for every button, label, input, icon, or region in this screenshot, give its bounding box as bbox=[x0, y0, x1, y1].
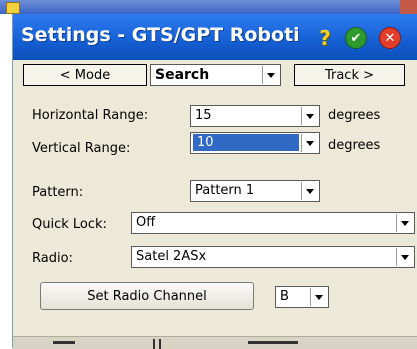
close-button[interactable]: ✕ bbox=[378, 26, 402, 50]
quick-lock-value: Off bbox=[136, 215, 156, 230]
radio-label: Radio: bbox=[32, 251, 73, 266]
app-icon bbox=[6, 2, 20, 14]
pattern-label: Pattern: bbox=[32, 185, 84, 200]
ok-button[interactable]: ✔ bbox=[344, 26, 368, 50]
vertical-range-select[interactable]: 10 bbox=[190, 132, 320, 154]
toolbar-glyph bbox=[248, 341, 298, 344]
radio-channel-select[interactable]: B bbox=[275, 286, 329, 308]
quick-lock-select[interactable]: Off bbox=[131, 212, 415, 234]
chevron-down-icon[interactable] bbox=[301, 107, 318, 125]
settings-dialog: Settings - GTS/GPT Roboti ? ✔ ✕ < Mode S… bbox=[12, 14, 417, 349]
pattern-select[interactable]: Pattern 1 bbox=[190, 180, 320, 202]
chevron-down-icon[interactable] bbox=[396, 248, 413, 266]
chevron-down-icon[interactable] bbox=[262, 66, 279, 84]
bottom-toolbar bbox=[13, 336, 417, 349]
vertical-range-value: 10 bbox=[193, 134, 299, 151]
horizontal-range-label: Horizontal Range: bbox=[32, 108, 149, 123]
horizontal-range-select[interactable]: 15 bbox=[190, 105, 320, 127]
chevron-down-icon[interactable] bbox=[301, 134, 318, 152]
radio-channel-value: B bbox=[280, 289, 289, 304]
set-radio-channel-button[interactable]: Set Radio Channel bbox=[40, 282, 254, 310]
background-window-titlebar bbox=[0, 0, 417, 14]
vertical-range-label: Vertical Range: bbox=[32, 141, 131, 156]
toolbar-glyph bbox=[53, 341, 75, 344]
track-next-button[interactable]: Track > bbox=[294, 64, 405, 86]
chevron-down-icon[interactable] bbox=[396, 214, 413, 232]
dialog-titlebar: Settings - GTS/GPT Roboti ? ✔ ✕ bbox=[13, 14, 417, 60]
horizontal-range-value: 15 bbox=[195, 108, 212, 123]
chevron-down-icon[interactable] bbox=[310, 288, 327, 306]
radio-value: Satel 2ASx bbox=[136, 249, 207, 264]
close-icon: ✕ bbox=[379, 27, 401, 49]
dialog-title: Settings - GTS/GPT Roboti bbox=[21, 24, 300, 46]
mode-select-value: Search bbox=[155, 67, 210, 83]
radio-select[interactable]: Satel 2ASx bbox=[131, 246, 415, 268]
mode-select[interactable]: Search bbox=[150, 64, 281, 86]
chevron-down-icon[interactable] bbox=[301, 182, 318, 200]
background-close-icon bbox=[400, 0, 417, 14]
help-icon[interactable]: ? bbox=[313, 26, 337, 50]
quick-lock-label: Quick Lock: bbox=[32, 217, 107, 232]
horizontal-units-label: degrees bbox=[328, 108, 381, 123]
mode-back-button[interactable]: < Mode bbox=[23, 64, 147, 86]
checkmark-icon: ✔ bbox=[345, 27, 367, 49]
vertical-units-label: degrees bbox=[328, 138, 381, 153]
pattern-value: Pattern 1 bbox=[195, 183, 255, 198]
